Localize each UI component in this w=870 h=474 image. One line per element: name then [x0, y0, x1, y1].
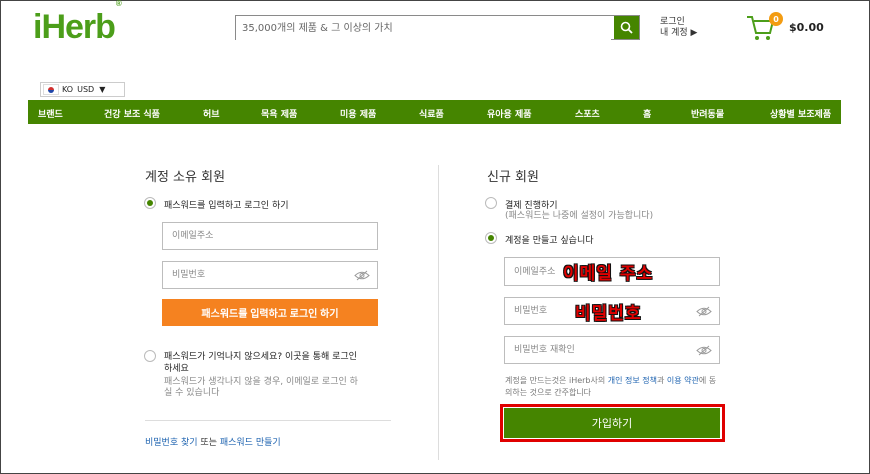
guest-checkout-label: 결제 진행하기 — [505, 201, 558, 211]
login-password-field — [162, 261, 378, 289]
privacy-policy-link[interactable]: 개인 정보 정책 — [608, 376, 657, 385]
nav-item-supplements[interactable]: 건강 보조 식품 — [104, 107, 160, 120]
create-password-link[interactable]: 패스워드 만들기 — [220, 438, 281, 448]
search-input[interactable] — [236, 17, 611, 40]
language-label: KO — [62, 85, 74, 94]
password-login-label: 패스워드를 입력하고 로그인 하기 — [164, 201, 289, 211]
search-icon — [620, 21, 633, 34]
forgot-password-sub1: 패스워드가 생각나지 않을 경우, 이메일로 로그인 하 — [164, 377, 358, 387]
cart-total[interactable]: $0.00 — [789, 21, 824, 34]
currency-label: USD — [77, 85, 95, 94]
nav-item-bath[interactable]: 목욕 제품 — [261, 107, 297, 120]
guest-checkout-sub: (패스워드는 나중에 설정이 가능합니다) — [505, 211, 654, 221]
search-button[interactable] — [614, 16, 639, 39]
radio-create-account[interactable] — [485, 232, 497, 244]
nav-item-baby[interactable]: 유아용 제품 — [487, 107, 532, 120]
email-annotation: 이메일 주소 — [563, 264, 654, 284]
eye-off-icon[interactable] — [696, 306, 712, 317]
login-email-input[interactable] — [163, 223, 377, 249]
eye-off-icon[interactable] — [354, 270, 370, 281]
nav-item-herbs[interactable]: 허브 — [203, 107, 220, 120]
password-annotation: 비밀번호 — [575, 304, 642, 324]
signup-confirm-field — [504, 336, 720, 364]
category-nav: 브랜드 건강 보조 식품 허브 목욕 제품 미용 제품 식료품 유아용 제품 스… — [28, 100, 841, 124]
forgot-password-line2: 하세요 — [164, 364, 189, 374]
new-member-title: 신규 회원 — [487, 170, 539, 185]
links-or-text: 또는 — [197, 438, 220, 448]
korea-flag-icon — [43, 84, 59, 95]
nav-item-condition[interactable]: 상황별 보조제품 — [770, 107, 831, 120]
locale-selector[interactable]: KO USD ▼ — [40, 82, 125, 97]
cart-count-badge: 0 — [769, 12, 783, 26]
divider-line — [145, 420, 391, 421]
terms-of-use-link[interactable]: 이용 약관 — [667, 376, 699, 385]
login-link[interactable]: 로그인 — [660, 17, 697, 28]
password-login-button[interactable]: 패스워드를 입력하고 로그인 하기 — [162, 299, 378, 326]
nav-item-grocery[interactable]: 식료품 — [419, 107, 444, 120]
forgot-password-sub2: 실 수 있습니다 — [164, 388, 220, 398]
terms-and: 과 — [657, 376, 667, 385]
panel-divider — [438, 165, 439, 460]
terms-notice: 계정을 만드는것은 iHerb사의 개인 정보 정책과 이용 약관에 동의하는 … — [505, 375, 720, 399]
nav-item-brands[interactable]: 브랜드 — [38, 107, 63, 120]
my-account-link[interactable]: 내 계정 ▶ — [660, 28, 697, 39]
login-email-field — [162, 222, 378, 250]
password-links: 비밀번호 찾기 또는 패스워드 만들기 — [145, 435, 281, 448]
login-password-input[interactable] — [163, 262, 377, 288]
forgot-password-label: 패스워드가 기억나지 않으세요? 이곳을 통해 로그인 하세요 — [164, 351, 357, 375]
signup-highlight-box — [500, 404, 725, 442]
radio-forgot-password[interactable] — [144, 350, 156, 362]
find-password-link[interactable]: 비밀번호 찾기 — [145, 438, 198, 448]
chevron-down-icon: ▼ — [99, 85, 106, 94]
signup-confirm-input[interactable] — [505, 337, 719, 363]
forgot-password-line1: 패스워드가 기억나지 않으세요? 이곳을 통해 로그인 — [164, 352, 357, 362]
radio-guest-checkout[interactable] — [485, 197, 497, 209]
radio-password-login[interactable] — [144, 197, 156, 209]
nav-item-beauty[interactable]: 미용 제품 — [340, 107, 376, 120]
nav-item-home[interactable]: 홈 — [643, 107, 651, 120]
nav-item-sports[interactable]: 스포츠 — [575, 107, 600, 120]
page-frame — [0, 0, 870, 474]
eye-off-icon[interactable] — [696, 345, 712, 356]
nav-item-pets[interactable]: 반려동물 — [691, 107, 724, 120]
account-menu[interactable]: 로그인 내 계정 ▶ — [660, 17, 697, 39]
iherb-logo[interactable]: iHerb® — [33, 0, 122, 47]
forgot-password-description: 패스워드가 생각나지 않을 경우, 이메일로 로그인 하 실 수 있습니다 — [164, 377, 358, 399]
create-account-label: 계정을 만들고 싶습니다 — [505, 236, 594, 246]
existing-member-title: 계정 소유 회원 — [145, 170, 226, 185]
search-bar — [235, 15, 640, 40]
terms-prefix: 계정을 만드는것은 iHerb사의 — [505, 376, 608, 385]
